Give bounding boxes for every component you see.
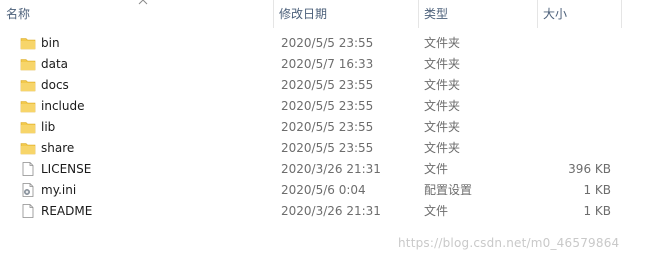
file-name: LICENSE: [41, 162, 92, 176]
folder-icon: [20, 38, 36, 50]
column-header-type-label: 类型: [424, 7, 449, 21]
file-date: 2020/5/6 0:04: [281, 183, 366, 197]
file-size: [537, 75, 611, 96]
file-date: 2020/3/26 21:31: [281, 204, 381, 218]
settings-file-icon: [22, 183, 34, 197]
folder-icon: [20, 101, 36, 113]
column-header-date-label: 修改日期: [279, 7, 328, 21]
file-type: 文件: [424, 162, 449, 176]
file-size: [537, 138, 611, 159]
column-header-size-label: 大小: [543, 7, 568, 21]
column-divider[interactable]: [621, 0, 622, 28]
file-date: 2020/5/5 23:55: [281, 78, 374, 92]
file-row[interactable]: my.ini 2020/5/6 0:04 配置设置 1 KB: [0, 180, 621, 201]
file-date: 2020/5/5 23:55: [281, 120, 374, 134]
file-explorer: 名称 修改日期 类型 大小 bin 2020/5/5 23:55 文件夹 dat…: [0, 0, 659, 262]
file-size: [537, 96, 611, 117]
file-row[interactable]: lib 2020/5/5 23:55 文件夹: [0, 117, 621, 138]
file-date: 2020/5/5 23:55: [281, 141, 374, 155]
column-header-name-label: 名称: [6, 7, 31, 21]
file-row[interactable]: README 2020/3/26 21:31 文件 1 KB: [0, 201, 621, 222]
file-name: include: [41, 99, 85, 113]
file-size: 1 KB: [583, 183, 611, 197]
file-name: data: [41, 57, 69, 71]
file-size: 396 KB: [568, 162, 611, 176]
file-name: docs: [41, 78, 69, 92]
file-type: 文件夹: [424, 36, 461, 50]
folder-icon: [20, 80, 36, 92]
file-name: lib: [41, 120, 56, 134]
file-size: [537, 54, 611, 75]
file-row[interactable]: data 2020/5/7 16:33 文件夹: [0, 54, 621, 75]
sort-ascending-icon: [138, 0, 148, 5]
folder-icon: [20, 122, 36, 134]
file-type: 配置设置: [424, 183, 473, 197]
file-row[interactable]: bin 2020/5/5 23:55 文件夹: [0, 33, 621, 54]
file-size: [537, 117, 611, 138]
file-type: 文件夹: [424, 78, 461, 92]
column-header-type[interactable]: 类型: [418, 0, 537, 28]
file-type: 文件夹: [424, 57, 461, 71]
file-type: 文件: [424, 204, 449, 218]
file-type: 文件夹: [424, 120, 461, 134]
file-row[interactable]: docs 2020/5/5 23:55 文件夹: [0, 75, 621, 96]
column-header-size[interactable]: 大小: [537, 0, 621, 28]
file-row[interactable]: LICENSE 2020/3/26 21:31 文件 396 KB: [0, 159, 621, 180]
folder-icon: [20, 143, 36, 155]
file-name: share: [41, 141, 75, 155]
file-icon: [22, 162, 34, 176]
column-header-bar: 名称 修改日期 类型 大小: [0, 0, 659, 28]
file-name: README: [41, 204, 93, 218]
file-name: bin: [41, 36, 60, 50]
file-size: [537, 33, 611, 54]
file-size: 1 KB: [583, 204, 611, 218]
column-header-date[interactable]: 修改日期: [273, 0, 418, 28]
file-type: 文件夹: [424, 99, 461, 113]
file-type: 文件夹: [424, 141, 461, 155]
file-row[interactable]: share 2020/5/5 23:55 文件夹: [0, 138, 621, 159]
folder-icon: [20, 59, 36, 71]
file-date: 2020/5/7 16:33: [281, 57, 374, 71]
file-list: bin 2020/5/5 23:55 文件夹 data 2020/5/7 16:…: [0, 33, 659, 222]
file-name: my.ini: [41, 183, 77, 197]
file-icon: [22, 204, 34, 218]
file-date: 2020/3/26 21:31: [281, 162, 381, 176]
file-date: 2020/5/5 23:55: [281, 99, 374, 113]
watermark-text: https://blog.csdn.net/m0_46579864: [398, 236, 620, 250]
file-row[interactable]: include 2020/5/5 23:55 文件夹: [0, 96, 621, 117]
file-date: 2020/5/5 23:55: [281, 36, 374, 50]
